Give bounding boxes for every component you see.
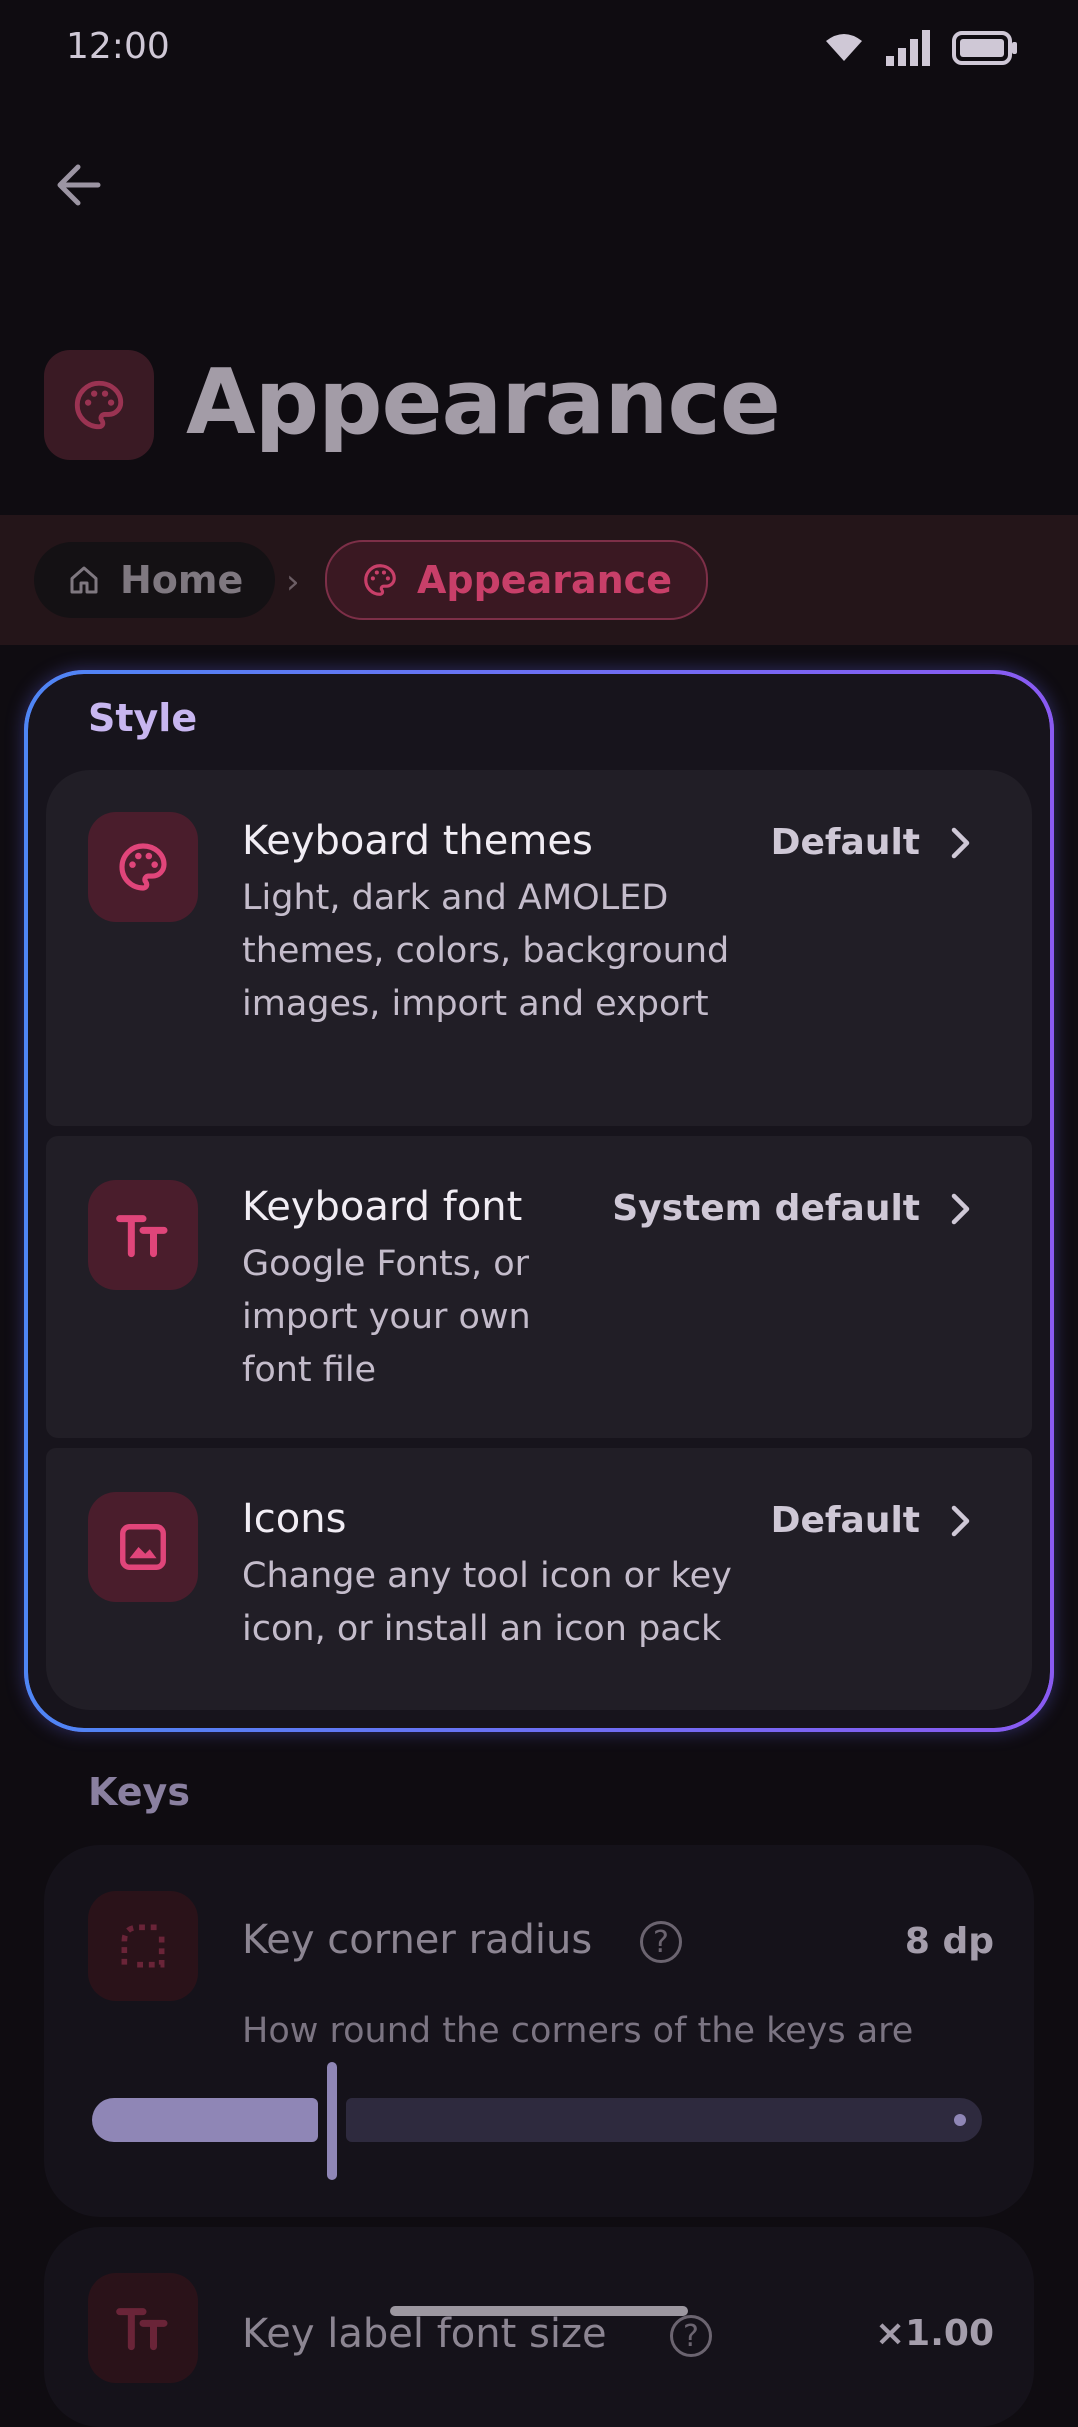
item-value: Default — [771, 822, 972, 863]
item-description: Google Fonts, or import your own font fi… — [242, 1244, 531, 1390]
item-title: Icons — [242, 1496, 347, 1542]
corner-radius-slider[interactable] — [92, 2062, 982, 2180]
arrow-left-icon — [57, 164, 101, 206]
breadcrumb-current-label: Appearance — [417, 558, 672, 602]
wifi-icon — [826, 34, 862, 61]
item-value-label: Default — [770, 822, 920, 863]
chevron-right-icon — [951, 827, 970, 858]
slider-track — [346, 2098, 982, 2142]
help-icon[interactable]: ? — [670, 2315, 712, 2357]
setting-description: How round the corners of the keys are — [242, 2011, 914, 2051]
help-icon[interactable]: ? — [640, 1921, 682, 1963]
keyboard-font-item[interactable]: Keyboard font Google Fonts, or import yo… — [46, 1136, 1032, 1438]
item-title: Keyboard font — [242, 1184, 523, 1230]
breadcrumb-home-label: Home — [120, 558, 244, 602]
key-label-font-size-setting: Key label font size ? ×1.00 — [44, 2227, 1034, 2427]
slider-stop-dot — [954, 2114, 966, 2126]
style-section-label: Style — [88, 696, 198, 740]
breadcrumb-current[interactable]: Appearance — [325, 540, 708, 620]
setting-title: Key label font size — [242, 2311, 607, 2357]
item-description: Light, dark and AMOLED themes, colors, b… — [242, 878, 730, 1024]
key-corner-radius-setting: Key corner radius ? 8 dp How round the c… — [44, 1845, 1034, 2217]
setting-title: Key corner radius — [242, 1917, 593, 1963]
palette-icon — [74, 380, 124, 430]
chevron-right-icon — [951, 1193, 970, 1224]
chevron-right-icon — [951, 1505, 970, 1536]
item-description: Change any tool icon or key icon, or ins… — [242, 1556, 732, 1649]
text-size-icon — [88, 1180, 198, 1290]
back-button[interactable] — [50, 155, 114, 219]
item-value-label: Default — [770, 1500, 920, 1541]
slider-thumb[interactable] — [327, 2062, 337, 2180]
page-title: Appearance — [186, 350, 781, 455]
slider-fill — [92, 2098, 318, 2142]
breadcrumb-home[interactable]: Home — [34, 542, 276, 618]
image-icon — [88, 1492, 198, 1602]
item-value: Default — [771, 1500, 972, 1541]
home-icon — [70, 566, 98, 594]
status-time: 12:00 — [66, 26, 170, 67]
keys-section-label: Keys — [88, 1770, 190, 1814]
item-value: System default — [612, 1188, 972, 1229]
battery-icon — [952, 31, 1017, 65]
icons-item[interactable]: Icons Change any tool icon or key icon, … — [46, 1448, 1032, 1710]
corner-radius-icon — [88, 1891, 198, 2001]
keyboard-themes-item[interactable]: Keyboard themes Light, dark and AMOLED t… — [46, 770, 1032, 1126]
breadcrumb-separator: › — [286, 562, 300, 602]
status-icons — [824, 30, 1018, 66]
item-title: Keyboard themes — [242, 818, 593, 864]
setting-value: 8 dp — [904, 1921, 994, 1962]
item-value-label: System default — [612, 1188, 920, 1229]
palette-icon — [88, 812, 198, 922]
setting-value: ×1.00 — [875, 2313, 994, 2354]
palette-icon — [364, 564, 396, 596]
home-indicator[interactable] — [390, 2306, 688, 2316]
signal-icon — [886, 30, 930, 66]
text-size-icon — [88, 2273, 198, 2383]
title-icon — [44, 350, 154, 460]
